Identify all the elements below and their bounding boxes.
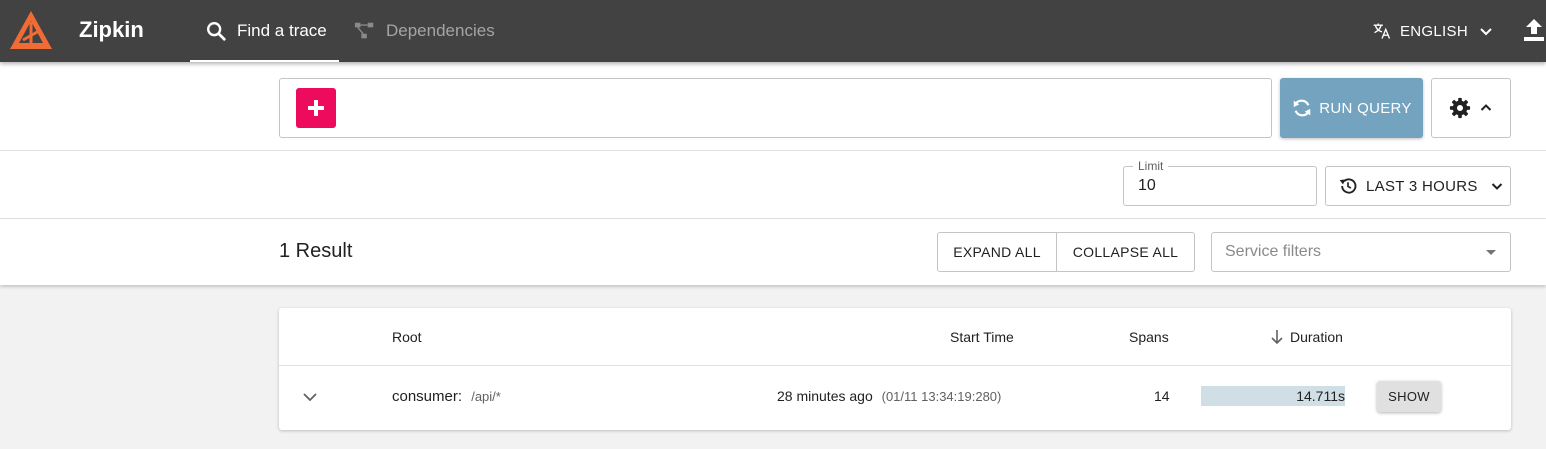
- arrow-down-icon: [1271, 330, 1283, 345]
- root-span-name: /api/*: [471, 389, 501, 404]
- gear-icon: [1449, 97, 1471, 119]
- column-header-start-time[interactable]: Start Time: [950, 329, 1014, 345]
- service-filters-select[interactable]: Service filters: [1211, 232, 1511, 272]
- collapse-all-button[interactable]: COLLAPSE ALL: [1057, 233, 1194, 271]
- service-filters-placeholder: Service filters: [1225, 243, 1322, 260]
- expand-all-button[interactable]: EXPAND ALL: [938, 233, 1057, 271]
- language-selector[interactable]: ENGLISH: [1372, 19, 1494, 43]
- translate-icon: [1373, 23, 1391, 39]
- column-header-root[interactable]: Root: [392, 329, 422, 345]
- header-divider: [279, 365, 1511, 366]
- dependencies-icon: [354, 22, 374, 39]
- results-header: 1 Result EXPAND ALL COLLAPSE ALL Service…: [0, 219, 1546, 285]
- run-query-button[interactable]: RUN QUERY: [1280, 78, 1423, 138]
- app-bar: Zipkin Find a trace Dependencies ENGLISH: [0, 0, 1546, 62]
- duration-header-label: Duration: [1290, 329, 1343, 345]
- tab-find-a-trace[interactable]: Find a trace: [190, 0, 339, 62]
- tab-label: Find a trace: [237, 21, 327, 40]
- chevron-up-icon: [1480, 104, 1492, 111]
- chevron-down-icon: [1480, 28, 1492, 36]
- search-icon: [207, 22, 226, 41]
- spans-cell: 14: [1154, 388, 1170, 404]
- add-criteria-button[interactable]: [296, 88, 336, 128]
- tab-dependencies[interactable]: Dependencies: [354, 0, 495, 62]
- expand-collapse-group: EXPAND ALL COLLAPSE ALL: [937, 232, 1195, 272]
- query-bar: RUN QUERY: [0, 62, 1546, 151]
- lookback-label: LAST 3 HOURS: [1366, 177, 1478, 195]
- refresh-icon: [1294, 99, 1311, 117]
- run-query-label: RUN QUERY: [1319, 99, 1412, 117]
- settings-toggle-button[interactable]: [1431, 78, 1511, 138]
- brand-name[interactable]: Zipkin: [79, 17, 144, 43]
- dropdown-arrow-icon: [1486, 250, 1496, 255]
- zipkin-logo-icon[interactable]: [9, 10, 53, 50]
- root-service-name: consumer:: [392, 388, 463, 405]
- start-time-cell: 28 minutes ago (01/11 13:34:19:280): [777, 388, 1001, 404]
- start-time-absolute: (01/11 13:34:19:280): [881, 389, 1002, 404]
- history-icon: [1339, 178, 1357, 194]
- duration-bar: 14.711s: [1201, 386, 1345, 406]
- result-count: 1 Result: [279, 240, 353, 262]
- tab-label: Dependencies: [386, 21, 495, 40]
- language-label: ENGLISH: [1400, 22, 1468, 40]
- plus-icon: [308, 100, 324, 116]
- column-header-duration[interactable]: Duration: [1270, 329, 1343, 345]
- chevron-down-icon[interactable]: [301, 388, 319, 406]
- upload-icon[interactable]: [1522, 17, 1546, 43]
- root-cell: consumer: /api/*: [392, 388, 501, 405]
- column-header-spans[interactable]: Spans: [1129, 329, 1169, 345]
- trace-results-table: Root Start Time Spans Duration consumer:…: [279, 308, 1511, 430]
- start-time-relative: 28 minutes ago: [777, 388, 873, 404]
- show-trace-button[interactable]: SHOW: [1377, 381, 1441, 412]
- limit-field[interactable]: Limit 10: [1123, 159, 1317, 206]
- active-tab-indicator: [190, 60, 339, 62]
- duration-value: 14.711s: [1296, 388, 1345, 404]
- search-criteria-field[interactable]: [279, 78, 1272, 138]
- query-options-bar: Limit 10 LAST 3 HOURS: [0, 151, 1546, 219]
- limit-label: Limit: [1133, 159, 1169, 173]
- limit-value[interactable]: 10: [1138, 177, 1156, 195]
- lookback-selector[interactable]: LAST 3 HOURS: [1325, 166, 1511, 206]
- chevron-down-icon: [1491, 183, 1502, 190]
